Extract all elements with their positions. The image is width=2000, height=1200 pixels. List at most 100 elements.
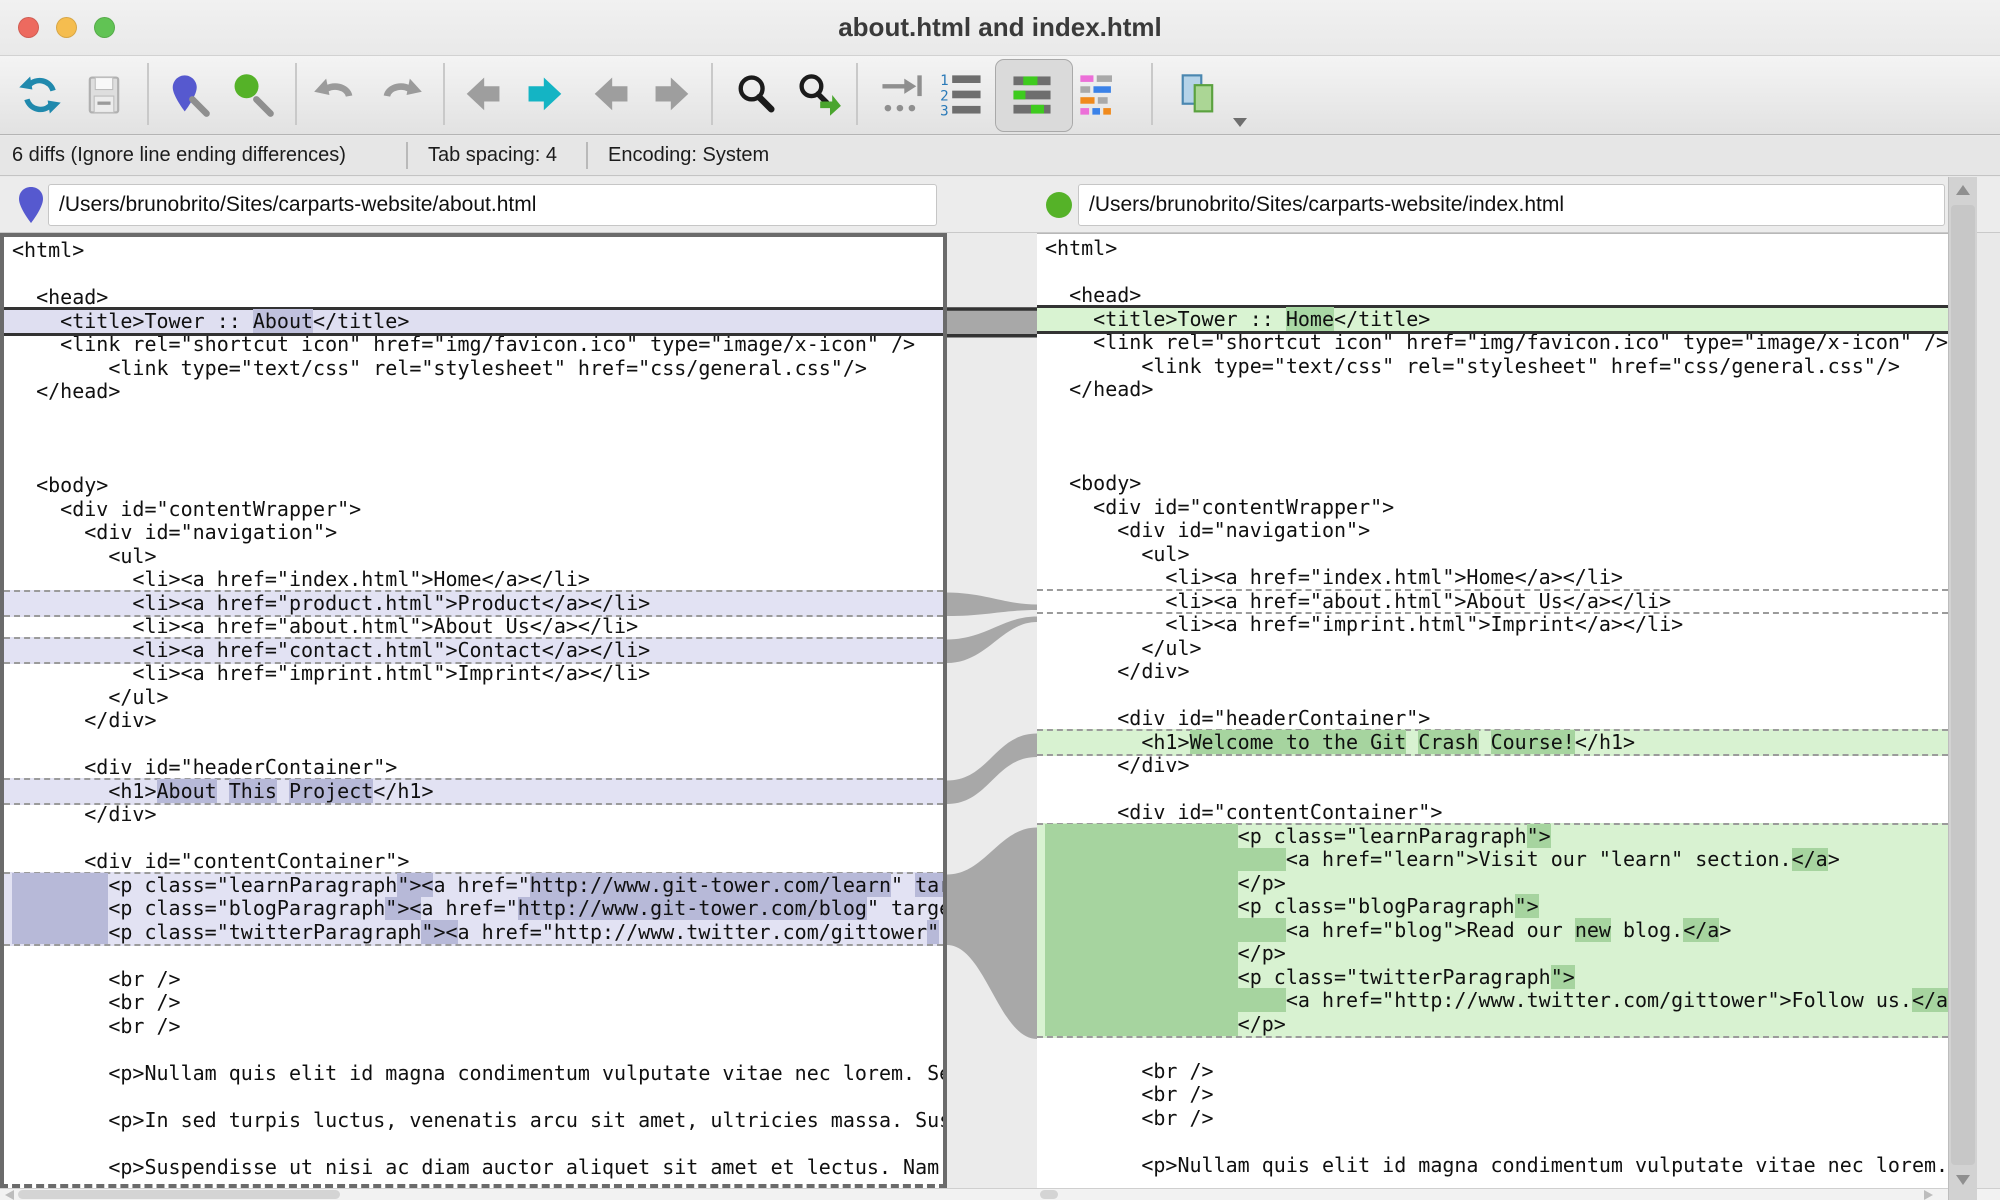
code-line[interactable]: </head>: [1037, 378, 1948, 402]
code-line[interactable]: <link rel="shortcut icon" href="img/favi…: [4, 333, 943, 357]
code-line[interactable]: <p class="blogParagraph"><a href="http:/…: [4, 897, 943, 921]
go-to-difference-button[interactable]: [873, 66, 929, 124]
code-line[interactable]: <div id="contentContainer">: [1037, 801, 1948, 825]
code-line[interactable]: <html>: [1037, 237, 1948, 261]
previous-difference-button[interactable]: [454, 66, 510, 124]
layout-dropdown-caret[interactable]: [1233, 118, 1247, 127]
code-line[interactable]: <li><a href="product.html">Product</a></…: [4, 590, 943, 618]
code-line[interactable]: <li><a href="index.html">Home</a></li>: [1037, 566, 1948, 590]
code-line[interactable]: </div>: [4, 803, 943, 827]
code-line[interactable]: <p class="twitterParagraph">: [1037, 966, 1948, 990]
code-line[interactable]: [4, 827, 943, 851]
code-line[interactable]: [1037, 425, 1948, 449]
code-line[interactable]: <br />: [1037, 1107, 1948, 1131]
insertion-marker[interactable]: [1037, 589, 1948, 591]
right-hscroll-thumb[interactable]: [1040, 1190, 1058, 1199]
line-numbers-button[interactable]: 1 2 3: [934, 66, 990, 124]
code-line[interactable]: </head>: [4, 380, 943, 404]
code-line[interactable]: [4, 1085, 943, 1109]
refresh-button[interactable]: [12, 66, 68, 124]
code-line[interactable]: </p>: [1037, 942, 1948, 966]
scroll-up-arrow-icon[interactable]: [1956, 185, 1970, 195]
code-line[interactable]: </div>: [1037, 660, 1948, 684]
code-line[interactable]: <li><a href="index.html">Home</a></li>: [4, 568, 943, 592]
code-line[interactable]: [1037, 1036, 1948, 1060]
code-line[interactable]: <div id="contentWrapper">: [1037, 496, 1948, 520]
next-unresolved-button[interactable]: [645, 66, 701, 124]
code-line[interactable]: <li><a href="about.html">About Us</a></l…: [1037, 590, 1948, 614]
code-line[interactable]: <br />: [4, 968, 943, 992]
window-layout-button[interactable]: [1170, 66, 1226, 124]
insertion-marker[interactable]: [1037, 612, 1948, 614]
code-line[interactable]: <ul>: [4, 545, 943, 569]
code-line[interactable]: <li><a href="imprint.html">Imprint</a></…: [4, 662, 943, 686]
code-line[interactable]: <div id="contentWrapper">: [4, 498, 943, 522]
undo-button[interactable]: [308, 66, 364, 124]
edit-left-file-button[interactable]: [160, 66, 216, 124]
code-line[interactable]: [1037, 402, 1948, 426]
code-line[interactable]: <li><a href="about.html">About Us</a></l…: [4, 615, 943, 639]
code-line[interactable]: [4, 733, 943, 757]
code-line[interactable]: </p>: [1037, 872, 1948, 896]
next-difference-button[interactable]: [518, 66, 574, 124]
code-line[interactable]: [4, 1132, 943, 1156]
right-code-pane[interactable]: <html> <head> <title>Tower :: Home</titl…: [1037, 233, 1948, 1188]
vertical-scrollbar[interactable]: [1948, 177, 1977, 1200]
code-line[interactable]: <body>: [4, 474, 943, 498]
code-line[interactable]: <p>Nullam quis elit id magna condimentum…: [4, 1062, 943, 1086]
code-line[interactable]: <ul>: [1037, 543, 1948, 567]
code-line[interactable]: <link type="text/css" rel="stylesheet" h…: [1037, 355, 1948, 379]
code-line[interactable]: <p>Suspendisse ut nisi ac diam auctor al…: [4, 1156, 943, 1180]
code-line[interactable]: [4, 944, 943, 968]
code-line[interactable]: <br />: [4, 991, 943, 1015]
code-line[interactable]: <div id="navigation">: [1037, 519, 1948, 543]
code-line[interactable]: <h1>About This Project</h1>: [4, 778, 943, 806]
code-line[interactable]: <li><a href="imprint.html">Imprint</a></…: [1037, 613, 1948, 637]
diff-overview-button[interactable]: [1004, 66, 1060, 124]
find-next-button[interactable]: [790, 66, 846, 124]
code-line[interactable]: [1037, 261, 1948, 285]
code-line[interactable]: <br />: [1037, 1060, 1948, 1084]
vscroll-thumb[interactable]: [1951, 205, 1975, 1165]
code-line[interactable]: <a href="learn">Visit our "learn" sectio…: [1037, 848, 1948, 872]
scroll-right-arrow-icon[interactable]: [1924, 1190, 1933, 1200]
find-button[interactable]: [728, 66, 784, 124]
scroll-down-arrow-icon[interactable]: [1956, 1175, 1970, 1185]
code-line[interactable]: [4, 263, 943, 287]
save-button[interactable]: [76, 66, 132, 124]
code-line[interactable]: <p>In sed turpis luctus, venenatis arcu …: [4, 1109, 943, 1133]
code-line[interactable]: <div id="headerContainer">: [4, 756, 943, 780]
code-line[interactable]: <p class="learnParagraph"><a href="http:…: [4, 872, 943, 898]
code-line[interactable]: <li><a href="contact.html">Contact</a></…: [4, 637, 943, 665]
scroll-left-arrow-icon[interactable]: [5, 1190, 14, 1200]
code-line[interactable]: <p class="blogParagraph">: [1037, 895, 1948, 919]
syntax-coloring-button[interactable]: [1072, 66, 1128, 124]
code-line[interactable]: </div>: [1037, 754, 1948, 778]
left-hscroll-thumb[interactable]: [18, 1190, 340, 1199]
code-line[interactable]: <div id="contentContainer">: [4, 850, 943, 874]
code-line[interactable]: </ul>: [1037, 637, 1948, 661]
code-line[interactable]: <a href="blog">Read our new blog.</a>: [1037, 919, 1948, 943]
code-line[interactable]: </p>: [1037, 1013, 1948, 1039]
edit-right-file-button[interactable]: [224, 66, 280, 124]
code-line[interactable]: <a href="http://www.twitter.com/gittower…: [1037, 989, 1948, 1013]
left-file-path-field[interactable]: /Users/brunobrito/Sites/carparts-website…: [48, 184, 937, 226]
code-line[interactable]: [1037, 1130, 1948, 1154]
code-line[interactable]: [4, 1038, 943, 1062]
code-line[interactable]: <link type="text/css" rel="stylesheet" h…: [4, 357, 943, 381]
code-line[interactable]: [1037, 778, 1948, 802]
code-line[interactable]: [1037, 684, 1948, 708]
code-line[interactable]: <div id="headerContainer">: [1037, 707, 1948, 731]
code-line[interactable]: [4, 451, 943, 475]
code-line[interactable]: <title>Tower :: About</title>: [4, 307, 943, 337]
code-line[interactable]: <html>: [4, 239, 943, 263]
right-file-path-field[interactable]: /Users/brunobrito/Sites/carparts-website…: [1078, 184, 1945, 226]
code-line[interactable]: <br />: [1037, 1083, 1948, 1107]
previous-unresolved-button[interactable]: [582, 66, 638, 124]
code-line[interactable]: <br />: [4, 1015, 943, 1039]
code-line[interactable]: </div>: [4, 709, 943, 733]
redo-button[interactable]: [372, 66, 428, 124]
code-line[interactable]: [4, 427, 943, 451]
code-line[interactable]: [1037, 449, 1948, 473]
code-line[interactable]: <p>Nullam quis elit id magna condimentum…: [1037, 1154, 1948, 1178]
